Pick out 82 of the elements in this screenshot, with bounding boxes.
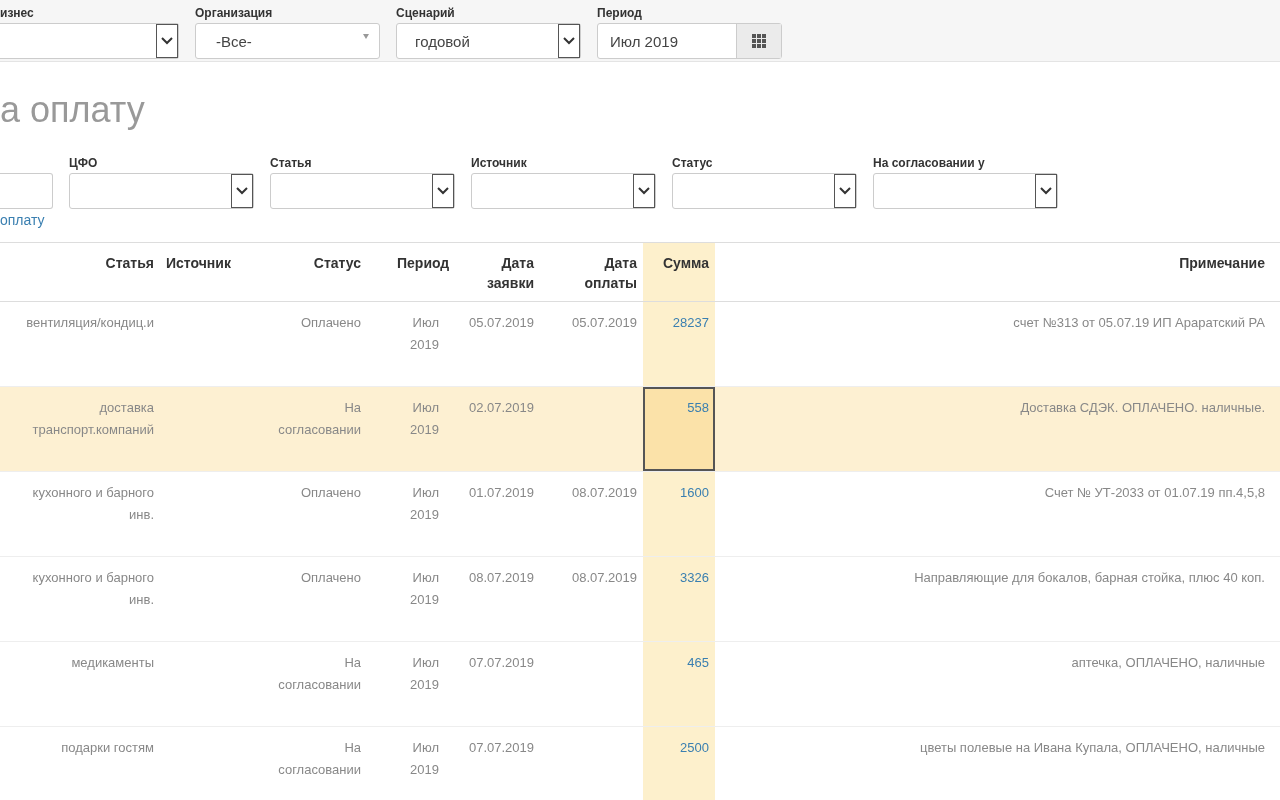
table-row[interactable]: подарки гостям На согласовании Июл 2019 07.07.2019 2500 цветы полевые на Ивана Купала, ОПЛАЧЕНО, наличные [0, 727, 1280, 800]
table-cell: вентиляция/кондиц.и [26, 315, 154, 330]
table-cell: цветы полевые на Ивана Купала, ОПЛАЧЕНО, наличные [919, 740, 1265, 755]
table-cell: На согласовании [278, 400, 361, 437]
select-field[interactable] [471, 173, 656, 209]
table-cell: Доставка СДЭК. ОПЛАЧЕНО. наличные. [1020, 400, 1265, 415]
table-cell: Июл 2019 [410, 400, 439, 437]
dropdown-field[interactable]: -Все- [195, 23, 380, 59]
table-cell: Июл 2019 [410, 740, 439, 777]
chevron-down-icon[interactable] [633, 174, 655, 208]
table-cell: 08.07.2019 [468, 570, 534, 585]
table-cell: Июл 2019 [410, 655, 439, 692]
table-cell: счет №313 от 05.07.19 ИП Араратский РА [1013, 315, 1265, 330]
amount-link[interactable]: 2500 [680, 740, 709, 755]
table-cell: аптечка, ОПЛАЧЕНО, наличные [1071, 655, 1265, 670]
table-cell: подарки гостям [61, 740, 154, 755]
table-cell: На согласовании [278, 655, 361, 692]
table-cell: 07.07.2019 [468, 740, 534, 755]
select-field[interactable] [69, 173, 254, 209]
create-link[interactable]: оплату [0, 212, 45, 228]
field-label: Сценарий [396, 6, 456, 22]
field-label: Источник [471, 156, 528, 172]
field-label: Период [597, 6, 643, 22]
field-label: Организация [195, 6, 274, 22]
select-field[interactable] [672, 173, 857, 209]
field-label: Статус [672, 156, 714, 172]
table-cell: Июл 2019 [410, 570, 439, 607]
caret-icon [363, 34, 369, 39]
select-field[interactable] [270, 173, 455, 209]
field-label: Статья [270, 156, 313, 172]
field-label: изнес [0, 6, 35, 22]
calendar-button[interactable] [736, 24, 781, 58]
table-cell: доставка транспорт.компаний [32, 400, 154, 437]
table-cell: 07.07.2019 [468, 655, 534, 670]
table-cell: Оплачено [300, 570, 361, 585]
table-cell: 05.07.2019 [468, 315, 534, 330]
column-header: Сумма [643, 243, 715, 301]
column-header: Статья [104, 254, 155, 273]
table-row[interactable]: кухонного и барного инв. Оплачено Июл 2019 08.07.2019 08.07.2019 3326 Направляющие для бокалов, барная стойка, плюс 40 коп. [0, 557, 1280, 642]
page-title: а оплату [0, 88, 146, 132]
column-header: Источник [165, 254, 232, 273]
period-field[interactable]: Июл 2019 [597, 23, 782, 59]
table-cell: Направляющие для бокалов, барная стойка, плюс 40 коп. [914, 570, 1265, 585]
table-row[interactable]: доставка транспорт.компаний На согласовании Июл 2019 02.07.2019 558 Доставка СДЭК. ОПЛАЧЕНО. наличные. [0, 387, 1280, 472]
select-field[interactable] [0, 23, 179, 59]
table-cell: медикаменты [71, 655, 154, 670]
input-field[interactable] [0, 173, 53, 209]
table-cell: 08.07.2019 [571, 485, 637, 500]
table-cell: 05.07.2019 [571, 315, 637, 330]
chevron-down-icon[interactable] [1035, 174, 1057, 208]
column-header: Примечание [1178, 254, 1266, 273]
chevron-down-icon[interactable] [432, 174, 454, 208]
field-label: ЦФО [69, 156, 99, 172]
table-cell: Счет № УТ-2033 от 01.07.19 пп.4,5,8 [1044, 485, 1265, 500]
table-cell: Июл 2019 [410, 315, 439, 352]
chevron-down-icon[interactable] [834, 174, 856, 208]
grid-icon [752, 34, 766, 48]
amount-link[interactable]: 28237 [672, 315, 709, 330]
chevron-down-icon[interactable] [231, 174, 253, 208]
chevron-down-icon[interactable] [558, 24, 580, 58]
chevron-down-icon[interactable] [156, 24, 178, 58]
select-field[interactable] [873, 173, 1058, 209]
amount-link[interactable]: 1600 [680, 485, 709, 500]
table-cell: 02.07.2019 [468, 400, 534, 415]
amount-link[interactable]: 558 [687, 400, 709, 415]
table-cell: На согласовании [278, 740, 361, 777]
amount-link[interactable]: 3326 [680, 570, 709, 585]
table-cell: кухонного и барного инв. [32, 485, 154, 522]
table-cell: Оплачено [300, 485, 361, 500]
table-cell: кухонного и барного инв. [32, 570, 154, 607]
table-cell: Июл 2019 [410, 485, 439, 522]
select-field[interactable]: годовой [396, 23, 581, 59]
table-cell: 08.07.2019 [571, 570, 637, 585]
table-row[interactable]: кухонного и барного инв. Оплачено Июл 2019 01.07.2019 08.07.2019 1600 Счет № УТ-2033 от 01.07.19 пп.4,5,8 [0, 472, 1280, 557]
field-label: На согласовании у [873, 156, 986, 172]
table-cell: Оплачено [300, 315, 361, 330]
column-header: Дата заявки [486, 254, 535, 293]
table-cell: 01.07.2019 [468, 485, 534, 500]
column-header: Дата оплаты [583, 254, 638, 293]
table-row[interactable]: медикаменты На согласовании Июл 2019 07.07.2019 465 аптечка, ОПЛАЧЕНО, наличные [0, 642, 1280, 727]
column-header: Статус [312, 254, 362, 273]
amount-link[interactable]: 465 [687, 655, 709, 670]
